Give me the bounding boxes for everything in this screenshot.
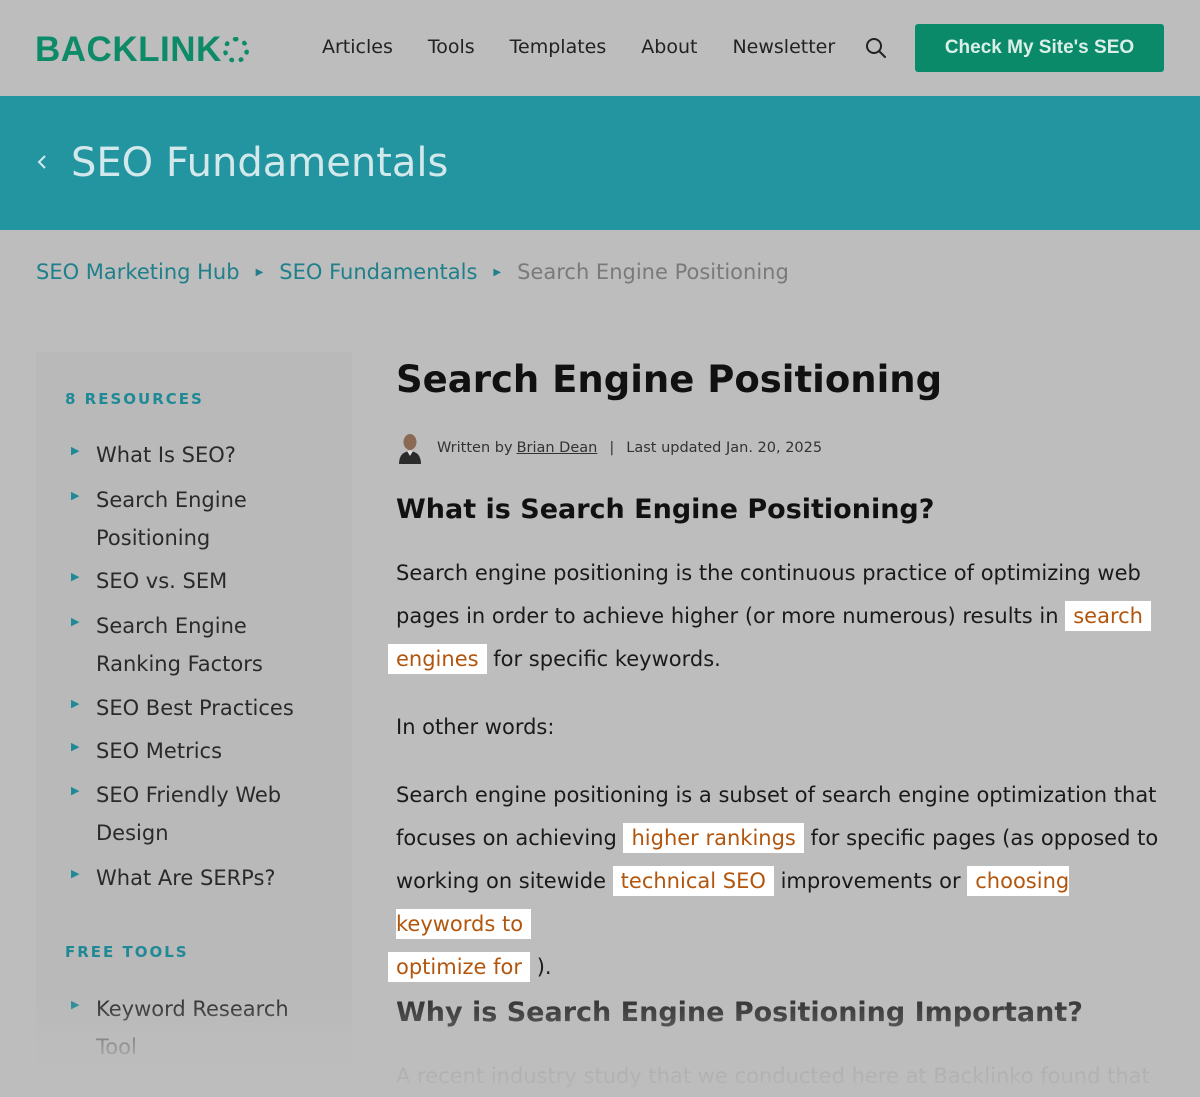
breadcrumb-separator-icon: ▶ — [255, 266, 264, 278]
technical-seo-link[interactable]: technical SEO — [612, 866, 774, 896]
triangle-right-icon: ▶ — [71, 570, 80, 583]
triangle-right-icon: ▶ — [71, 489, 80, 502]
paragraph-text: ). — [530, 955, 552, 979]
section-heading-why-important: Why is Search Engine Positioning Importa… — [396, 997, 1083, 1028]
category-banner: SEO Fundamentals — [0, 96, 1200, 230]
sidebar-item-serps[interactable]: ▶ What Are SERPs? — [65, 859, 335, 897]
sidebar-item-label: Search Engine Positioning — [96, 488, 247, 550]
sidebar-item-label: SEO Friendly Web Design — [96, 783, 282, 845]
top-navigation: BACKLINK Articles Tools Templates About … — [0, 0, 1200, 96]
search-engines-link[interactable]: search — [1065, 601, 1151, 631]
breadcrumb-fundamentals[interactable]: SEO Fundamentals — [279, 260, 477, 284]
nav-newsletter[interactable]: Newsletter — [732, 36, 835, 58]
last-updated: Last updated Jan. 20, 2025 — [626, 440, 823, 456]
nav-templates[interactable]: Templates — [510, 36, 607, 58]
chevron-left-icon[interactable] — [34, 152, 50, 172]
sidebar-item-best-practices[interactable]: ▶ SEO Best Practices — [65, 689, 335, 727]
sidebar-item-search-engine-positioning[interactable]: ▶ Search Engine Positioning — [65, 481, 335, 557]
author-link[interactable]: Brian Dean — [517, 440, 598, 456]
paragraph-text: Search engine positioning is the continu… — [396, 561, 1141, 628]
sidebar-item-label: What Are SERPs? — [96, 866, 276, 890]
resources-sidebar: 8 RESOURCES ▶ What Is SEO? ▶ Search Engi… — [36, 352, 352, 1072]
search-engines-link[interactable]: engines — [388, 644, 487, 674]
breadcrumb-separator-icon: ▶ — [493, 266, 502, 278]
triangle-right-icon: ▶ — [71, 615, 80, 628]
higher-rankings-link[interactable]: higher rankings — [623, 823, 804, 853]
triangle-right-icon: ▶ — [71, 867, 80, 880]
byline: Written by Brian Dean | Last updated Jan… — [397, 432, 822, 464]
triangle-right-icon: ▶ — [71, 784, 80, 797]
resources-heading: 8 RESOURCES — [65, 390, 204, 408]
sidebar-item-ranking-factors[interactable]: ▶ Search Engine Ranking Factors — [65, 607, 335, 683]
sidebar-item-label: What Is SEO? — [96, 443, 236, 467]
breadcrumb-current: Search Engine Positioning — [517, 260, 789, 284]
paragraph-definition: Search engine positioning is the continu… — [388, 552, 1166, 681]
search-icon[interactable] — [864, 36, 888, 60]
sidebar-fade — [36, 1012, 352, 1072]
sidebar-item-label: Search Engine Ranking Factors — [96, 614, 263, 676]
paragraph-study: A recent industry study that we conducte… — [396, 1064, 1150, 1088]
main-nav: Articles Tools Templates About Newslette… — [322, 36, 835, 58]
section-heading-what-is: What is Search Engine Positioning? — [396, 494, 935, 525]
logo-o-icon — [222, 37, 249, 63]
backlinko-logo[interactable]: BACKLINK — [35, 30, 249, 70]
paragraph-text: for specific keywords. — [486, 647, 721, 671]
author-avatar — [397, 432, 423, 464]
nav-articles[interactable]: Articles — [322, 36, 393, 58]
triangle-right-icon: ▶ — [71, 444, 80, 457]
tools-heading: FREE TOOLS — [65, 943, 189, 961]
sidebar-item-label: SEO vs. SEM — [96, 569, 228, 593]
paragraph-in-other-words: In other words: — [396, 715, 555, 739]
written-by-label: Written by — [437, 440, 513, 456]
nav-about[interactable]: About — [641, 36, 697, 58]
sidebar-item-what-is-seo[interactable]: ▶ What Is SEO? — [65, 436, 335, 474]
sidebar-item-label: SEO Best Practices — [96, 696, 294, 720]
paragraph-subset: Search engine positioning is a subset of… — [388, 774, 1166, 989]
logo-text: BACKLINK — [35, 30, 222, 69]
sidebar-item-label: SEO Metrics — [96, 739, 223, 763]
byline-separator: | — [609, 440, 615, 456]
triangle-right-icon: ▶ — [71, 697, 80, 710]
paragraph-text: improvements or — [773, 869, 968, 893]
article-title: Search Engine Positioning — [396, 358, 943, 401]
choosing-keywords-link[interactable]: optimize for — [388, 952, 531, 982]
sidebar-item-seo-metrics[interactable]: ▶ SEO Metrics — [65, 732, 335, 770]
check-site-seo-button[interactable]: Check My Site's SEO — [915, 24, 1164, 72]
banner-title[interactable]: SEO Fundamentals — [71, 140, 448, 186]
sidebar-item-seo-vs-sem[interactable]: ▶ SEO vs. SEM — [65, 562, 335, 600]
breadcrumb: SEO Marketing Hub ▶ SEO Fundamentals ▶ S… — [36, 260, 789, 284]
nav-tools[interactable]: Tools — [428, 36, 475, 58]
breadcrumb-hub[interactable]: SEO Marketing Hub — [36, 260, 240, 284]
sidebar-item-web-design[interactable]: ▶ SEO Friendly Web Design — [65, 776, 335, 852]
triangle-right-icon: ▶ — [71, 740, 80, 753]
